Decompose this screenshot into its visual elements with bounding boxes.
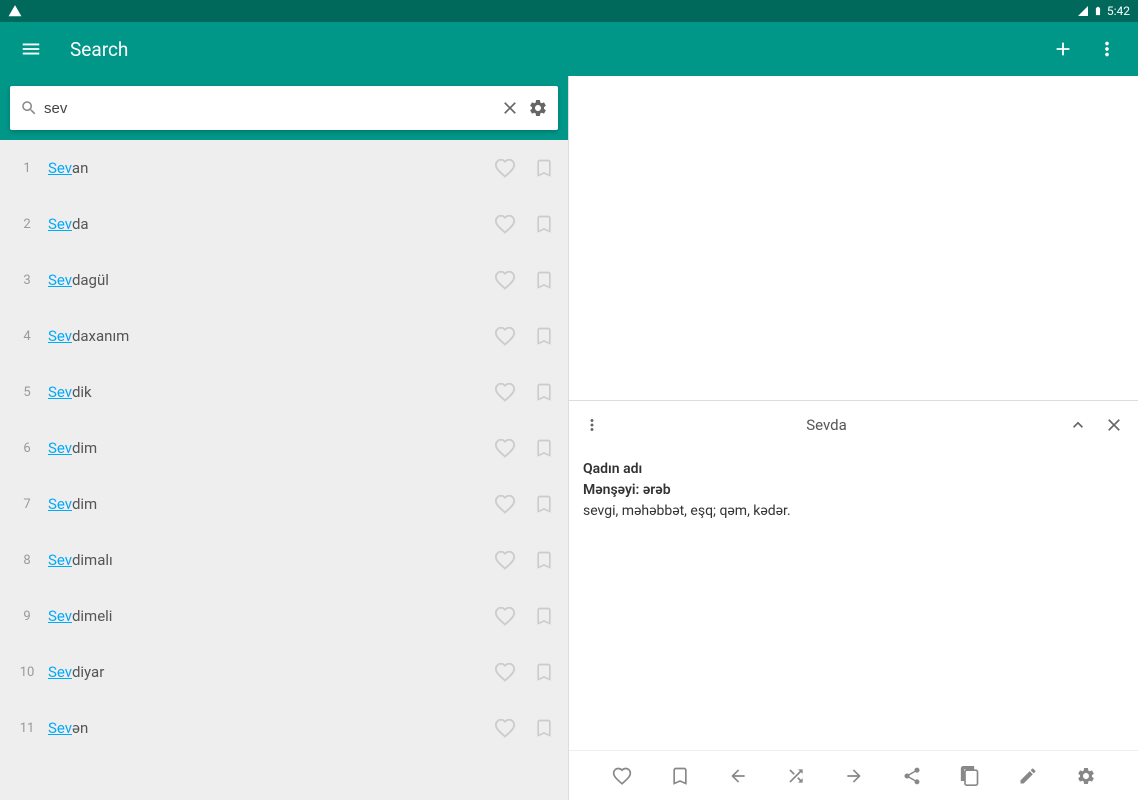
list-word: Sevan	[48, 159, 494, 177]
status-bar: 5:42	[0, 0, 1138, 22]
results-list[interactable]: 1 Sevan 2 Sevda 3 Sevdagül 4 Sevdaxanım …	[0, 140, 568, 800]
list-word: Sevdimeli	[48, 607, 494, 625]
search-input[interactable]	[44, 100, 492, 117]
heart-icon[interactable]	[494, 717, 516, 739]
clear-icon[interactable]	[500, 98, 520, 118]
detail-line1: Qadın adı	[583, 459, 1124, 480]
list-item[interactable]: 2 Sevda	[0, 196, 568, 252]
settings-icon[interactable]	[1076, 766, 1096, 786]
list-item[interactable]: 7 Sevdim	[0, 476, 568, 532]
search-container	[0, 76, 568, 140]
gear-icon[interactable]	[528, 98, 548, 118]
list-word: Sevdim	[48, 439, 494, 457]
list-word: Sevdaxanım	[48, 327, 494, 345]
bookmark-icon[interactable]	[534, 381, 554, 403]
list-item[interactable]: 4 Sevdaxanım	[0, 308, 568, 364]
menu-icon[interactable]	[20, 38, 42, 60]
search-icon	[20, 99, 38, 117]
arrow-left-icon[interactable]	[728, 766, 748, 786]
list-num: 6	[14, 441, 40, 456]
heart-icon[interactable]	[494, 213, 516, 235]
detail-more-icon[interactable]	[583, 416, 601, 434]
collapse-icon[interactable]	[1068, 415, 1088, 435]
bookmark-icon[interactable]	[534, 493, 554, 515]
list-item[interactable]: 3 Sevdagül	[0, 252, 568, 308]
list-word: Sevən	[48, 719, 494, 737]
heart-icon[interactable]	[494, 549, 516, 571]
heart-icon[interactable]	[612, 766, 632, 786]
list-item[interactable]: 5 Sevdik	[0, 364, 568, 420]
detail-title: Sevda	[601, 416, 1052, 434]
list-item[interactable]: 8 Sevdimalı	[0, 532, 568, 588]
list-num: 2	[14, 217, 40, 232]
list-num: 9	[14, 609, 40, 624]
list-num: 1	[14, 161, 40, 176]
bookmark-icon[interactable]	[534, 549, 554, 571]
detail-card: Sevda Qadın adı Mənşəyi: ərəb sevgi, məh…	[569, 400, 1138, 800]
page-title: Search	[70, 38, 128, 61]
list-word: Sevda	[48, 215, 494, 233]
list-num: 5	[14, 385, 40, 400]
bookmark-icon[interactable]	[534, 157, 554, 179]
list-item[interactable]: 11 Sevən	[0, 700, 568, 756]
list-num: 7	[14, 497, 40, 512]
list-num: 3	[14, 273, 40, 288]
detail-line2-label: Mənşəyi:	[583, 482, 639, 498]
bookmark-icon[interactable]	[534, 605, 554, 627]
list-item[interactable]: 9 Sevdimeli	[0, 588, 568, 644]
heart-icon[interactable]	[494, 325, 516, 347]
more-vert-icon[interactable]	[1096, 38, 1118, 60]
search-panel: 1 Sevan 2 Sevda 3 Sevdagül 4 Sevdaxanım …	[0, 76, 569, 800]
bookmark-icon[interactable]	[534, 213, 554, 235]
heart-icon[interactable]	[494, 605, 516, 627]
heart-icon[interactable]	[494, 661, 516, 683]
list-item[interactable]: 1 Sevan	[0, 140, 568, 196]
detail-line2-value: ərəb	[643, 482, 671, 498]
list-item[interactable]: 10 Sevdiyar	[0, 644, 568, 700]
detail-line3: sevgi, məhəbbət, eşq; qəm, kədər.	[583, 501, 1124, 522]
list-word: Sevdagül	[48, 271, 494, 289]
list-word: Sevdim	[48, 495, 494, 513]
signal-icon	[1077, 5, 1089, 17]
list-item[interactable]: 6 Sevdim	[0, 420, 568, 476]
edit-icon[interactable]	[1018, 766, 1038, 786]
list-num: 11	[14, 721, 40, 736]
close-icon[interactable]	[1104, 415, 1124, 435]
list-word: Sevdiyar	[48, 663, 494, 681]
bookmark-icon[interactable]	[534, 269, 554, 291]
shuffle-icon[interactable]	[786, 766, 806, 786]
list-num: 4	[14, 329, 40, 344]
copy-icon[interactable]	[960, 766, 980, 786]
add-icon[interactable]	[1052, 38, 1074, 60]
battery-icon	[1093, 4, 1103, 18]
detail-body: Qadın adı Mənşəyi: ərəb sevgi, məhəbbət,…	[569, 449, 1138, 750]
heart-icon[interactable]	[494, 157, 516, 179]
bookmark-icon[interactable]	[670, 766, 690, 786]
detail-panel: Sevda Qadın adı Mənşəyi: ərəb sevgi, məh…	[569, 76, 1138, 800]
warning-icon	[8, 4, 22, 18]
search-box[interactable]	[10, 86, 558, 130]
bookmark-icon[interactable]	[534, 661, 554, 683]
heart-icon[interactable]	[494, 437, 516, 459]
detail-toolbar	[569, 750, 1138, 800]
status-time: 5:42	[1107, 4, 1130, 18]
list-num: 8	[14, 553, 40, 568]
list-word: Sevdimalı	[48, 551, 494, 569]
heart-icon[interactable]	[494, 493, 516, 515]
bookmark-icon[interactable]	[534, 437, 554, 459]
heart-icon[interactable]	[494, 381, 516, 403]
bookmark-icon[interactable]	[534, 325, 554, 347]
bookmark-icon[interactable]	[534, 717, 554, 739]
arrow-right-icon[interactable]	[844, 766, 864, 786]
app-bar: Search	[0, 22, 1138, 76]
share-icon[interactable]	[902, 766, 922, 786]
heart-icon[interactable]	[494, 269, 516, 291]
list-word: Sevdik	[48, 383, 494, 401]
list-num: 10	[14, 665, 40, 680]
